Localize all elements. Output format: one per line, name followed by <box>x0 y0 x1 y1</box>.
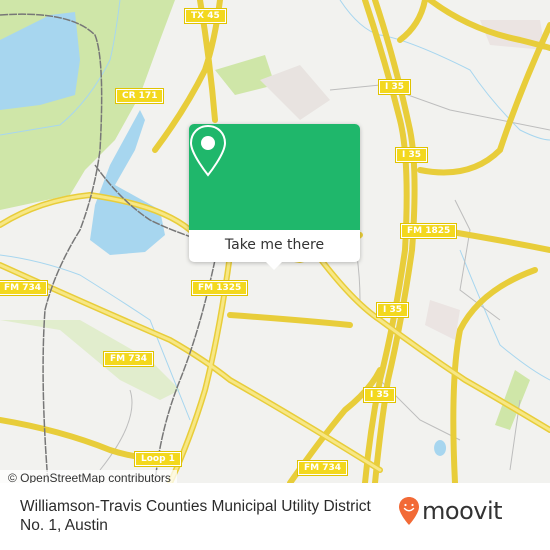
moovit-smile-pin-icon <box>399 497 419 525</box>
road-label-i35: I 35 <box>394 147 429 163</box>
map-pin-icon <box>189 124 227 177</box>
road-label-loop1: Loop 1 <box>134 451 182 467</box>
road-label-i35: I 35 <box>375 302 410 318</box>
popup-pointer <box>266 262 282 270</box>
popup-header <box>189 124 360 230</box>
destination-popup: Take me there <box>189 124 360 270</box>
map-attribution[interactable]: © OpenStreetMap contributors <box>0 470 177 483</box>
moovit-logo[interactable]: moovit <box>398 496 503 526</box>
footer: Williamson-Travis Counties Municipal Uti… <box>0 483 550 550</box>
road-label-i35: I 35 <box>377 79 412 95</box>
place-name: Williamson-Travis Counties Municipal Uti… <box>20 498 371 534</box>
park-area <box>215 55 275 95</box>
road-label-i35: I 35 <box>362 387 397 403</box>
road-label-fm734: FM 734 <box>0 280 49 296</box>
road-label-tx45: TX 45 <box>184 8 227 24</box>
road-label-fm734: FM 734 <box>296 460 349 476</box>
road-label-cr171: CR 171 <box>114 88 165 104</box>
road-label-fm1825: FM 1825 <box>399 223 458 239</box>
map-view[interactable]: TX 45 CR 171 I 35 I 35 FM 1825 FM 734 FM… <box>0 0 550 483</box>
pond <box>434 440 447 456</box>
road-label-fm1325: FM 1325 <box>190 280 249 296</box>
road-label-fm734: FM 734 <box>102 351 155 367</box>
take-me-there-button[interactable]: Take me there <box>189 230 360 262</box>
moovit-wordmark: moovit <box>422 497 503 525</box>
urban-area <box>425 300 460 340</box>
